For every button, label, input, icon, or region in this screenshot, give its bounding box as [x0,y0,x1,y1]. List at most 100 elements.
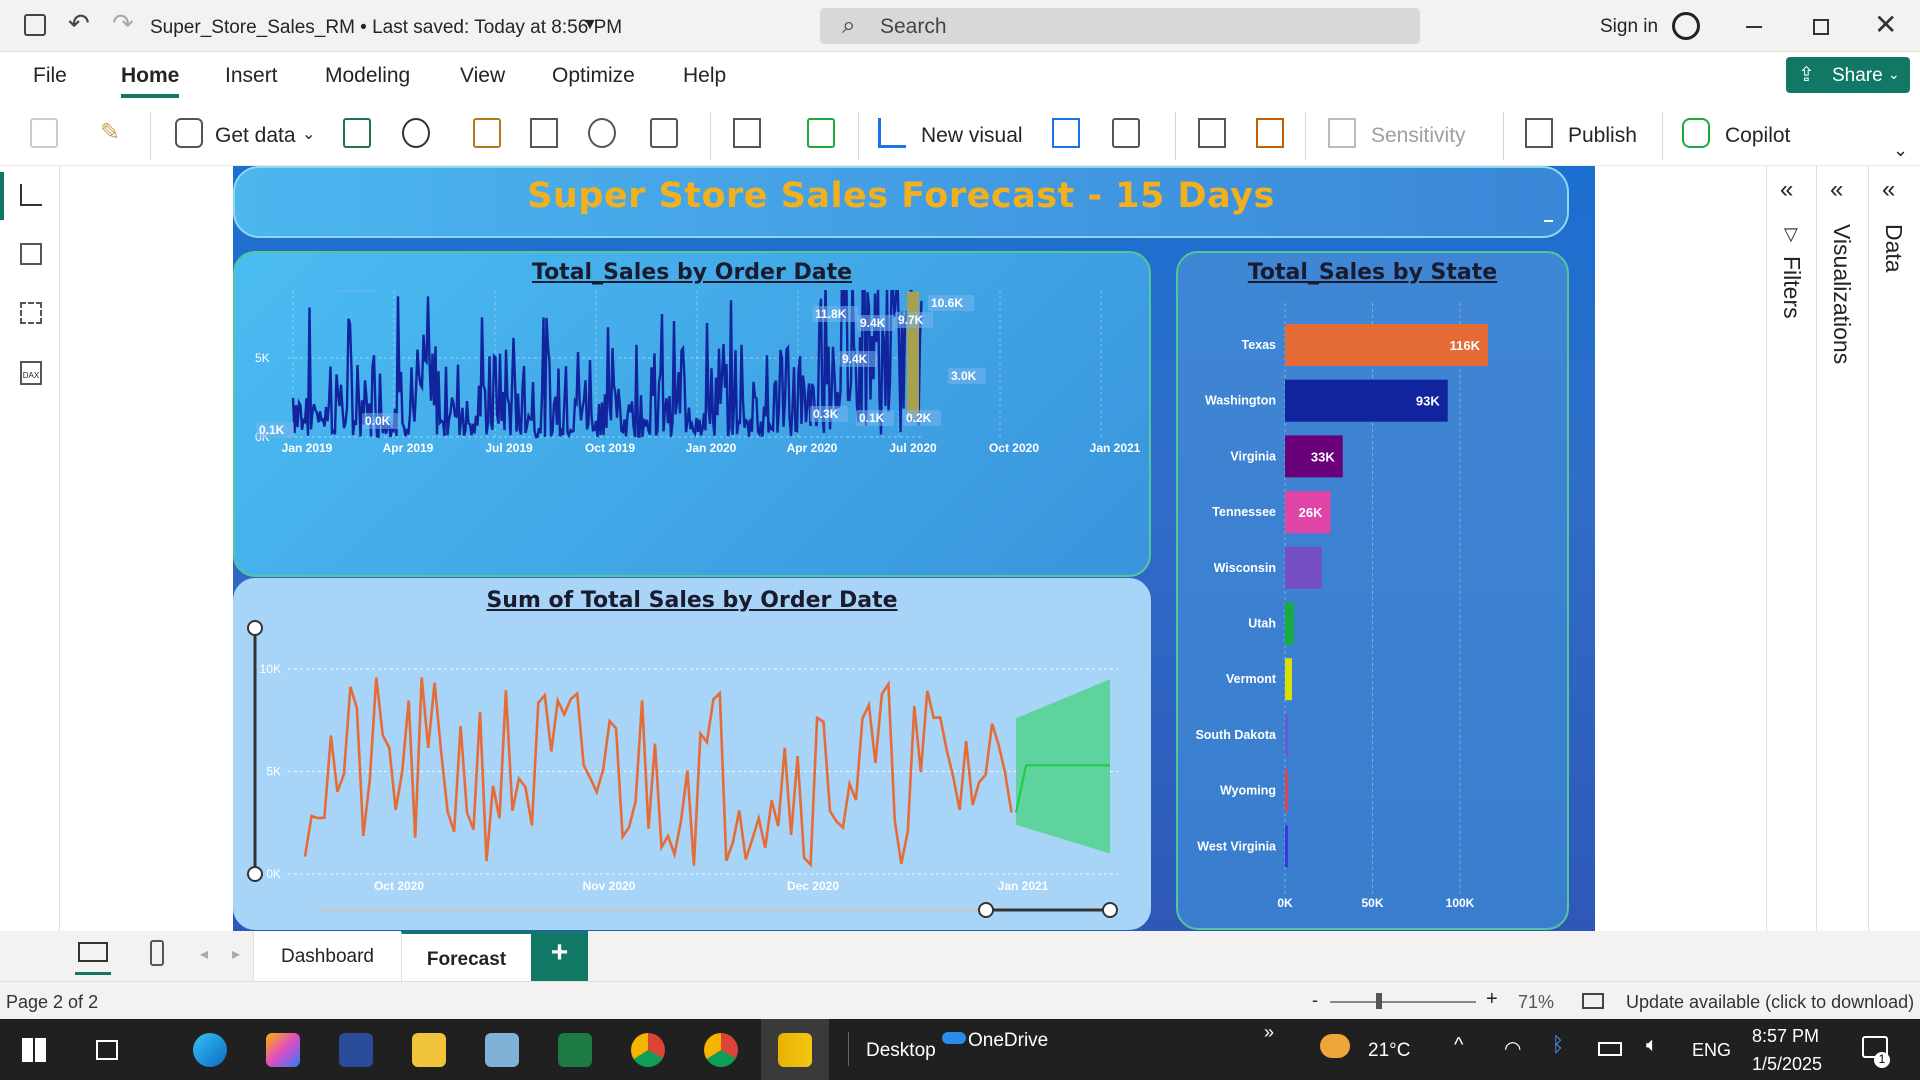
language-indicator[interactable]: ENG [1692,1040,1731,1061]
paste-icon[interactable] [30,118,58,148]
redo-icon[interactable]: ↷ [112,8,134,39]
edge-icon[interactable] [193,1033,227,1067]
task-view-icon[interactable] [96,1040,118,1060]
maximize-icon[interactable] [1813,19,1829,35]
zoom-slider[interactable] [1330,1001,1476,1003]
chart1-svg[interactable]: 0K5K10KJan 2019Apr 2019Jul 2019Oct 2019J… [233,290,1151,570]
chart1-y-tick: 5K [255,351,270,365]
expand-visualizations-icon[interactable]: « [1830,176,1843,204]
expand-data-icon[interactable]: « [1882,176,1895,204]
onedrive-toolbar[interactable]: OneDrive [968,1030,1048,1052]
menu-help[interactable]: Help [683,64,726,88]
sign-in-link[interactable]: Sign in [1600,16,1658,38]
update-notice[interactable]: Update available (click to download) [1626,992,1914,1013]
menu-view[interactable]: View [460,64,505,88]
file-explorer-icon[interactable] [412,1033,446,1067]
paint-icon[interactable] [339,1033,373,1067]
text-box-icon[interactable] [1052,118,1080,148]
zoom-out-button[interactable]: - [1312,990,1318,1011]
desktop-layout-icon[interactable] [78,942,108,962]
publish-icon[interactable] [1525,118,1553,148]
get-data-icon[interactable] [175,118,203,148]
visualizations-pane-tab[interactable]: Visualizations [1828,224,1855,364]
undo-icon[interactable]: ↶ [68,8,90,39]
onelake-icon[interactable] [402,118,430,148]
fit-to-page-icon[interactable] [1582,993,1604,1009]
new-visual-icon[interactable] [878,118,906,148]
clock-time[interactable]: 8:57 PM [1752,1026,1819,1047]
save-icon[interactable] [24,14,46,36]
desktop-toolbar[interactable]: Desktop [866,1040,936,1062]
model-view-icon[interactable] [20,302,42,324]
menu-home[interactable]: Home [121,64,179,88]
page-tab-dashboard[interactable]: Dashboard [253,931,401,981]
chart3-svg[interactable]: 0K 50K 100K Texas 116K Washington 93K Virginia 3… [1176,300,1569,920]
new-visual-button[interactable]: New visual [921,124,1023,148]
transform-data-icon[interactable] [733,118,761,148]
dataflow-icon[interactable] [588,118,616,148]
zoom-in-button[interactable]: + [1486,988,1498,1011]
weather-icon[interactable] [1320,1034,1350,1058]
chrome-profile-icon[interactable] [704,1033,738,1067]
copilot-app-icon[interactable] [266,1033,300,1067]
clock-date[interactable]: 1/5/2025 [1752,1054,1822,1075]
next-page-icon[interactable]: ▸ [232,944,240,964]
filters-pane-tab[interactable]: Filters [1778,256,1805,319]
mobile-layout-icon[interactable] [150,940,164,966]
bluetooth-icon[interactable]: ᛒ [1552,1034,1564,1057]
expand-filters-icon[interactable]: « [1780,176,1793,204]
page-tab-forecast[interactable]: Forecast [401,931,531,981]
dataverse-icon[interactable] [473,118,501,148]
get-data-button[interactable]: Get data [215,124,296,148]
toolbar-overflow-icon[interactable]: » [1264,1022,1274,1043]
excel-icon[interactable] [343,118,371,148]
active-layout-underline [75,972,111,975]
new-measure-icon[interactable] [1198,118,1226,148]
close-icon[interactable]: ✕ [1874,8,1897,41]
table-view-icon[interactable] [20,243,42,265]
ribbon-collapse-icon[interactable]: ⌄ [1893,140,1908,161]
chart2-svg[interactable]: 0K 5K 10K Oct 2020 Nov 2020 Dec 2020 Jan 2021 [233,618,1151,928]
chrome-icon[interactable] [631,1033,665,1067]
menu-home-underline [121,94,179,98]
battery-icon[interactable] [1598,1042,1622,1056]
prev-page-icon[interactable]: ◂ [200,944,208,964]
add-page-button[interactable]: + [531,931,588,981]
data-pane-tab[interactable]: Data [1880,224,1907,273]
volume-icon[interactable]: 🔈︎ [1646,1034,1658,1057]
power-bi-icon[interactable] [778,1033,812,1067]
start-icon[interactable] [22,1038,46,1062]
copilot-icon[interactable] [1682,118,1710,148]
refresh-icon[interactable] [807,118,835,148]
file-title[interactable]: Super_Store_Sales_RM • Last saved: Today… [150,17,622,39]
avatar-icon[interactable] [1672,12,1700,40]
zoom-slider-thumb[interactable] [1376,993,1382,1009]
weather-temp[interactable]: 21°C [1368,1040,1410,1062]
notepad-icon[interactable] [485,1033,519,1067]
enter-data-icon[interactable] [530,118,558,148]
excel-app-icon[interactable] [558,1033,592,1067]
filter-icon: ▽ [1784,224,1798,244]
more-visuals-icon[interactable] [1112,118,1140,148]
menu-modeling[interactable]: Modeling [325,64,410,88]
chart1-x-tick: Jul 2020 [889,441,937,455]
minimize-icon[interactable] [1746,26,1762,28]
chevron-down-icon[interactable]: ▼ [582,16,598,34]
show-hidden-icons[interactable]: ^ [1454,1034,1463,1057]
share-button[interactable]: ⇪ Share ⌄ [1786,57,1910,93]
zoom-level[interactable]: 71% [1518,992,1554,1013]
search-input[interactable]: ⌕ Search [820,8,1420,44]
wifi-icon[interactable]: ◠ [1504,1036,1521,1061]
menu-file[interactable]: File [33,64,67,88]
menu-insert[interactable]: Insert [225,64,278,88]
copilot-button[interactable]: Copilot [1725,124,1790,148]
chart2-y-tick: 0K [266,867,281,881]
report-view-icon[interactable] [20,184,42,206]
quick-measure-icon[interactable] [1256,118,1284,148]
publish-button[interactable]: Publish [1568,124,1637,148]
chevron-down-icon[interactable]: ⌄ [302,124,315,144]
dax-query-view-icon[interactable]: DAX [20,361,42,385]
menu-optimize[interactable]: Optimize [552,64,635,88]
recent-sources-icon[interactable] [650,118,678,148]
format-painter-icon[interactable]: ✎ [100,118,128,148]
